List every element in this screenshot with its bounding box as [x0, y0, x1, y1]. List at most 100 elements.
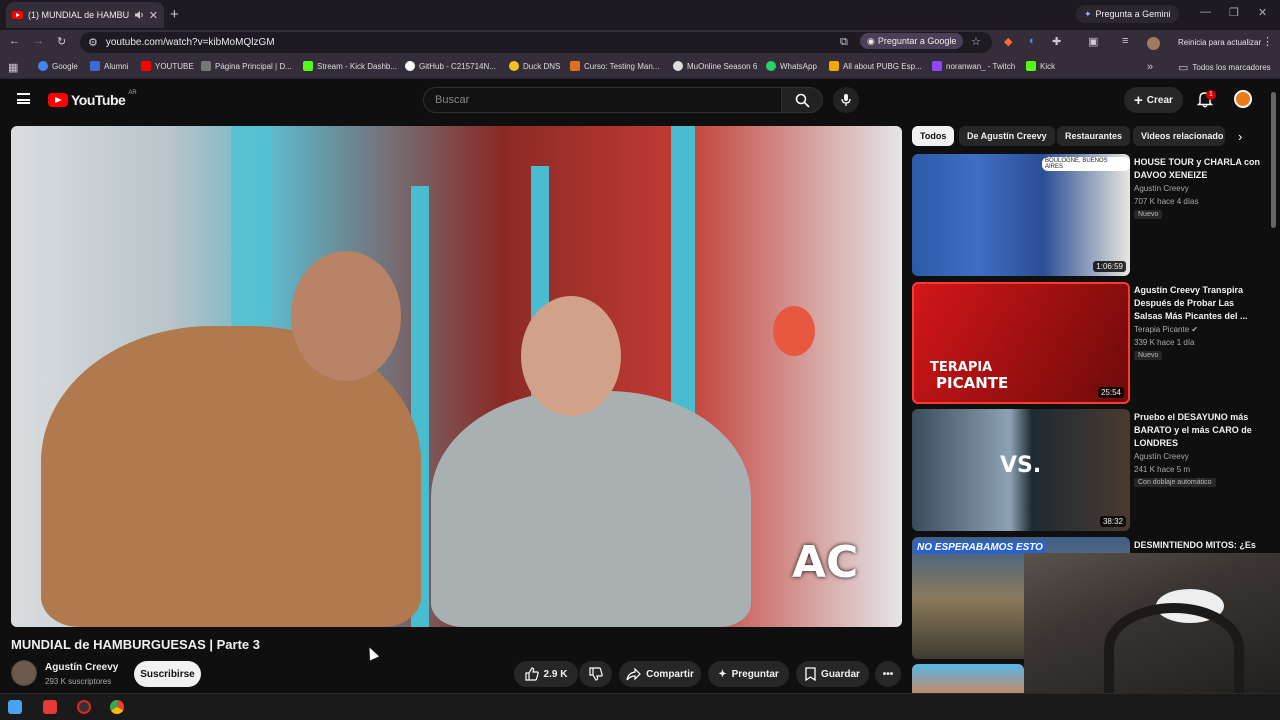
video-thumbnail[interactable]: TERAPIA PICANTE 25:54 — [912, 282, 1130, 404]
voice-search-button[interactable] — [833, 87, 859, 113]
browser-tab-strip: (1) MUNDIAL de HAMBURG ✕ + ✦ Pregunta a … — [0, 0, 1280, 30]
webcam-overlay — [1024, 553, 1280, 693]
person-right-head — [521, 296, 621, 416]
bookmark-label: GitHub - C215714N... — [419, 61, 496, 71]
gemini-sparkle-icon: ✦ — [1084, 8, 1092, 19]
ask-google-button[interactable]: ◉ Preguntar a Google — [860, 33, 964, 49]
reading-list-icon[interactable]: ≡ — [1122, 35, 1128, 47]
bookmark-item[interactable]: YOUTUBE — [141, 61, 194, 71]
bookmark-item[interactable]: noranwan_ - Twitch — [932, 61, 1015, 71]
chrome-menu-icon[interactable]: ⋮ — [1262, 35, 1273, 48]
sparkle-icon: ✦ — [718, 668, 727, 680]
dislike-button[interactable] — [579, 661, 612, 687]
account-avatar[interactable] — [1234, 90, 1252, 108]
split-view-icon[interactable]: ▣ — [1088, 35, 1098, 48]
related-channel: Agustín Creevy — [1134, 184, 1189, 193]
taskbar-app-icon[interactable] — [43, 700, 57, 714]
menu-icon[interactable] — [17, 93, 30, 104]
related-video[interactable]: VS. 38:32 Pruebo el DESAYUNO más BARATO … — [912, 409, 1262, 531]
bookmark-label: MuOnline Season 6 — [687, 61, 758, 71]
channel-avatar[interactable] — [11, 660, 37, 686]
video-thumbnail[interactable]: BOULOGNE, BUENOS AIRES 1:06:59 — [912, 154, 1130, 276]
forward-icon[interactable]: → — [33, 35, 44, 47]
browser-tab[interactable]: (1) MUNDIAL de HAMBURG ✕ — [6, 2, 164, 28]
bookmark-label: Stream - Kick Dashb... — [317, 61, 398, 71]
share-icon — [626, 667, 641, 680]
gemini-button[interactable]: ✦ Pregunta a Gemini — [1076, 5, 1179, 23]
bookmark-item[interactable]: Página Principal | D... — [201, 61, 292, 71]
restore-icon[interactable]: ❐ — [1229, 6, 1239, 19]
bookmark-item[interactable]: Duck DNS — [509, 61, 560, 71]
taskbar-obs-icon[interactable] — [77, 700, 91, 714]
search-placeholder: Buscar — [435, 94, 470, 106]
reload-icon[interactable]: ↻ — [57, 35, 66, 48]
thumbnail-text: VS. — [1000, 453, 1042, 478]
ask-button[interactable]: ✦ Preguntar — [708, 661, 789, 687]
subscribe-button[interactable]: Suscribirse — [134, 661, 201, 687]
taskbar-chrome-icon[interactable] — [110, 700, 124, 714]
update-button[interactable]: Reinicia para actualizar — [1172, 34, 1268, 51]
video-thumbnail[interactable] — [912, 664, 1024, 693]
speaker-icon[interactable] — [134, 10, 144, 20]
bookmark-item[interactable]: All about PUBG Esp... — [829, 61, 922, 71]
bookmark-item[interactable]: Curso: Testing Man... — [570, 61, 659, 71]
save-button[interactable]: Guardar — [796, 661, 869, 687]
bookmark-item[interactable]: GitHub - C215714N... — [405, 61, 496, 71]
verified-icon: ✔ — [1191, 325, 1199, 334]
windows-start-icon[interactable] — [8, 700, 22, 714]
search-button[interactable] — [781, 87, 823, 113]
create-button[interactable]: + Crear — [1124, 87, 1183, 113]
extension-fox-icon[interactable]: ◆ — [1004, 35, 1012, 48]
bookmark-item[interactable]: Alumni — [90, 61, 128, 71]
like-count: 2.9 K — [543, 668, 568, 680]
bookmark-item[interactable]: Google — [38, 61, 78, 71]
extension-audio-icon[interactable]: ◐ — [1029, 35, 1036, 47]
mouse-cursor-icon — [364, 645, 380, 661]
install-app-icon[interactable]: ⧉ — [840, 36, 848, 49]
bookmark-item[interactable]: WhatsApp — [766, 61, 817, 71]
back-icon[interactable]: ← — [9, 35, 20, 47]
alumni-icon — [90, 61, 100, 71]
related-video[interactable]: TERAPIA PICANTE 25:54 Agustín Creevy Tra… — [912, 282, 1262, 404]
bookmark-item[interactable]: MuOnline Season 6 — [673, 61, 757, 71]
bookmark-item[interactable]: Kick — [1026, 61, 1055, 71]
share-label: Compartir — [646, 668, 694, 680]
youtube-logo[interactable]: YouTube AR — [48, 90, 137, 108]
search-input[interactable]: Buscar — [423, 87, 782, 113]
all-bookmarks-button[interactable]: ▭ Todos los marcadores — [1178, 61, 1271, 74]
save-label: Guardar — [821, 668, 860, 680]
new-tab-icon[interactable]: + — [170, 6, 179, 23]
share-button[interactable]: Compartir — [619, 661, 701, 687]
site-info-icon[interactable]: ⚙ — [88, 36, 98, 49]
related-meta: 241 K hace 5 m — [1134, 465, 1191, 474]
profile-avatar[interactable] — [1147, 37, 1160, 50]
apps-grid-icon[interactable]: ▦ — [8, 61, 18, 74]
youtube-header: YouTube AR Buscar + Crear — [0, 80, 1280, 120]
more-actions-button[interactable]: ••• — [875, 661, 901, 687]
video-player[interactable]: AC — [11, 126, 902, 627]
more-bookmarks-icon[interactable]: » — [1147, 61, 1153, 73]
bookmark-icon — [805, 667, 816, 681]
chip-related[interactable]: Videos relacionado — [1133, 126, 1225, 146]
create-label: Crear — [1146, 94, 1173, 106]
minimize-icon[interactable]: — — [1200, 6, 1211, 18]
chips-next-chevron-icon[interactable]: › — [1238, 129, 1242, 144]
bookmark-label: Página Principal | D... — [215, 61, 292, 71]
thumbnail-text: TERAPIA — [930, 360, 993, 375]
like-button[interactable]: 2.9 K — [514, 661, 578, 687]
new-badge: Nuevo — [1134, 210, 1163, 219]
chip-from-channel[interactable]: De Agustín Creevy — [959, 126, 1055, 146]
chip-all[interactable]: Todos — [912, 126, 955, 146]
bookmark-item[interactable]: Stream - Kick Dashb... — [303, 61, 397, 71]
video-thumbnail[interactable]: VS. 38:32 — [912, 409, 1130, 531]
related-video[interactable]: BOULOGNE, BUENOS AIRES 1:06:59 HOUSE TOU… — [912, 154, 1262, 276]
close-tab-icon[interactable]: ✕ — [149, 9, 158, 22]
scrollbar[interactable] — [1271, 92, 1276, 228]
related-title: DESMINTIENDO MITOS: ¿Es — [1134, 540, 1256, 550]
address-bar[interactable]: ⚙ youtube.com/watch?v=kibMoMQlzGM — [80, 32, 992, 53]
extensions-puzzle-icon[interactable]: ✚ — [1052, 35, 1061, 48]
close-window-icon[interactable]: ✕ — [1258, 6, 1267, 19]
channel-name[interactable]: Agustín Creevy — [45, 662, 118, 673]
bookmark-star-icon[interactable]: ☆ — [971, 35, 981, 48]
chip-restaurants[interactable]: Restaurantes — [1057, 126, 1131, 146]
